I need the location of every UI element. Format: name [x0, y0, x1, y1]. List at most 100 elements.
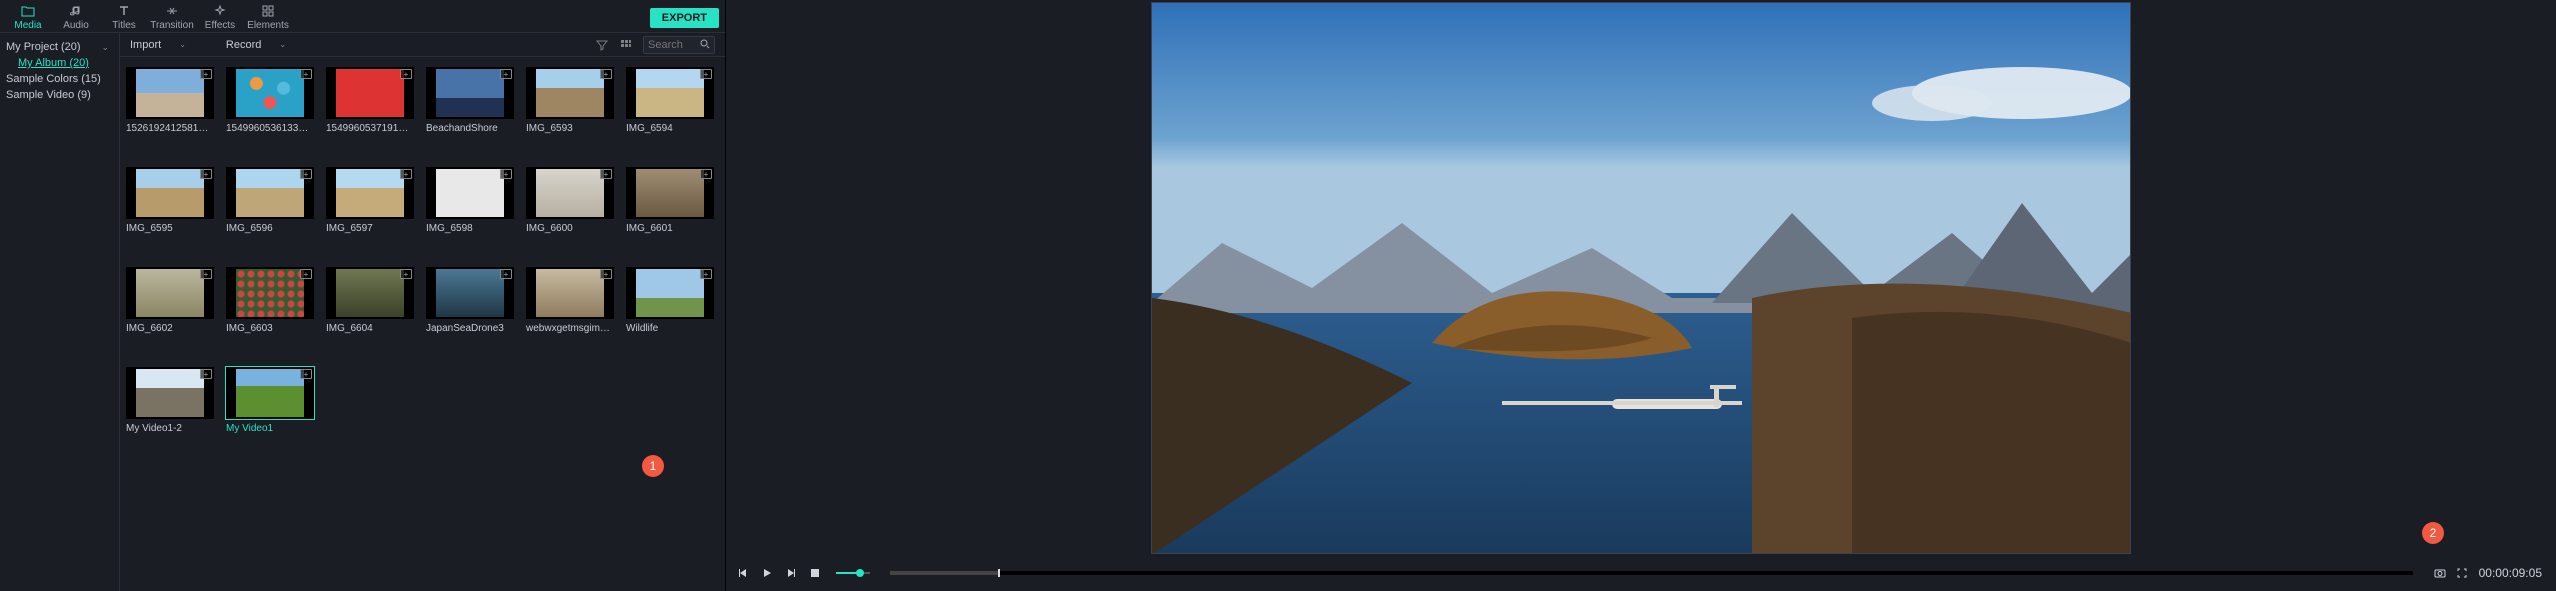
media-item[interactable]: +IMG_6594 — [620, 67, 720, 153]
media-caption: My Video1-2 — [120, 423, 182, 434]
media-thumbnail[interactable]: + — [226, 167, 314, 219]
search-icon[interactable] — [700, 38, 710, 52]
record-dropdown[interactable]: Record⌄ — [226, 39, 286, 51]
add-to-timeline-button[interactable]: + — [500, 169, 512, 179]
media-item[interactable]: +IMG_6604 — [320, 267, 420, 353]
media-caption: BeachandShore — [420, 123, 498, 134]
add-to-timeline-button[interactable]: + — [200, 369, 212, 379]
tab-elements[interactable]: Elements — [244, 4, 292, 31]
filter-icon[interactable] — [595, 38, 609, 52]
add-to-timeline-button[interactable]: + — [600, 269, 612, 279]
add-to-timeline-button[interactable]: + — [700, 169, 712, 179]
media-item[interactable]: +1549960537191909_th... — [320, 67, 420, 153]
media-item[interactable]: +My Video1 — [220, 367, 320, 453]
media-item[interactable]: +IMG_6601 — [620, 167, 720, 253]
media-item[interactable]: +IMG_6598 — [420, 167, 520, 253]
media-thumbnail[interactable]: + — [126, 367, 214, 419]
media-thumbnail[interactable]: + — [626, 167, 714, 219]
preview-frame[interactable] — [1151, 2, 2131, 554]
add-to-timeline-button[interactable]: + — [700, 69, 712, 79]
prev-frame-button[interactable] — [736, 566, 750, 580]
export-button[interactable]: EXPORT — [650, 8, 719, 28]
media-item[interactable]: +IMG_6603 — [220, 267, 320, 353]
chevron-down-icon: ⌄ — [179, 40, 186, 49]
chevron-down-icon: ⌄ — [279, 40, 286, 49]
import-label: Import — [130, 39, 161, 51]
media-thumbnail[interactable]: + — [326, 67, 414, 119]
media-thumbnail[interactable]: + — [426, 167, 514, 219]
add-to-timeline-button[interactable]: + — [200, 169, 212, 179]
tree-label: My Project (20) — [6, 41, 81, 53]
add-to-timeline-button[interactable]: + — [700, 269, 712, 279]
media-item[interactable]: + My Video1-2 — [120, 367, 220, 453]
media-item[interactable]: +IMG_6595 — [120, 167, 220, 253]
tab-titles[interactable]: Titles — [100, 4, 148, 31]
media-item[interactable]: +webwxgetmsgimg (1) — [520, 267, 620, 353]
media-item[interactable]: +IMG_6593 — [520, 67, 620, 153]
add-to-timeline-button[interactable]: + — [300, 69, 312, 79]
media-thumbnail[interactable]: + — [126, 167, 214, 219]
media-caption: 1549960537191909_th... — [320, 123, 410, 134]
tab-label: Audio — [63, 20, 89, 31]
sidebar-item-samplecolors[interactable]: Sample Colors (15) — [4, 71, 115, 87]
media-thumbnail[interactable]: + — [126, 267, 214, 319]
media-thumbnail[interactable]: + — [526, 67, 614, 119]
add-to-timeline-button[interactable]: + — [300, 369, 312, 379]
snapshot-button[interactable] — [2433, 566, 2447, 580]
preview-area — [726, 0, 2556, 555]
sidebar-root-project[interactable]: My Project (20) ⌄ — [4, 39, 115, 55]
add-to-timeline-button[interactable]: + — [400, 69, 412, 79]
add-to-timeline-button[interactable]: + — [200, 69, 212, 79]
grid-view-icon[interactable] — [619, 38, 633, 52]
add-to-timeline-button[interactable]: + — [600, 169, 612, 179]
tree-label: My Album (20) — [18, 57, 89, 69]
play-button[interactable] — [760, 566, 774, 580]
media-thumbnail[interactable]: + — [326, 267, 414, 319]
tab-label: Elements — [247, 20, 289, 31]
add-to-timeline-button[interactable]: + — [300, 269, 312, 279]
media-caption: IMG_6596 — [220, 223, 273, 234]
media-thumbnail[interactable]: + — [226, 267, 314, 319]
tab-effects[interactable]: Effects — [196, 4, 244, 31]
tab-audio[interactable]: Audio — [52, 4, 100, 31]
media-item[interactable]: +1526192412581494_large — [120, 67, 220, 153]
add-to-timeline-button[interactable]: + — [600, 69, 612, 79]
tab-label: Effects — [205, 20, 235, 31]
media-thumbnail[interactable]: + — [426, 67, 514, 119]
media-item[interactable]: + BeachandShore — [420, 67, 520, 153]
search-input[interactable] — [648, 39, 696, 51]
sidebar-item-myalbum[interactable]: My Album (20) — [4, 55, 115, 71]
media-thumbnail[interactable]: + — [526, 167, 614, 219]
tab-media[interactable]: Media — [4, 4, 52, 31]
import-dropdown[interactable]: Import ⌄ — [130, 39, 186, 51]
stop-button[interactable] — [808, 566, 822, 580]
media-item[interactable]: +Wildlife — [620, 267, 720, 353]
seek-bar[interactable] — [890, 571, 2413, 575]
fullscreen-button[interactable] — [2455, 566, 2469, 580]
media-thumbnail[interactable]: + — [626, 67, 714, 119]
volume-slider[interactable] — [836, 572, 870, 574]
media-thumbnail[interactable]: + — [426, 267, 514, 319]
add-to-timeline-button[interactable]: + — [200, 269, 212, 279]
media-item[interactable]: +IMG_6597 — [320, 167, 420, 253]
tab-transition[interactable]: Transition — [148, 4, 196, 31]
next-frame-button[interactable] — [784, 566, 798, 580]
media-thumbnail[interactable]: + — [526, 267, 614, 319]
media-item[interactable]: +1549960536133762_th... — [220, 67, 320, 153]
add-to-timeline-button[interactable]: + — [500, 69, 512, 79]
media-thumbnail[interactable]: + — [326, 167, 414, 219]
add-to-timeline-button[interactable]: + — [400, 169, 412, 179]
media-thumbnail[interactable]: + — [626, 267, 714, 319]
add-to-timeline-button[interactable]: + — [400, 269, 412, 279]
media-item[interactable]: +IMG_6602 — [120, 267, 220, 353]
media-item[interactable]: + JapanSeaDrone3 — [420, 267, 520, 353]
add-to-timeline-button[interactable]: + — [500, 269, 512, 279]
media-item[interactable]: +IMG_6600 — [520, 167, 620, 253]
media-thumbnail[interactable]: + — [226, 67, 314, 119]
media-item[interactable]: + IMG_6596 — [220, 167, 320, 253]
media-thumbnail[interactable]: + — [126, 67, 214, 119]
media-thumbnail[interactable]: + — [226, 367, 314, 419]
media-caption: JapanSeaDrone3 — [420, 323, 504, 334]
add-to-timeline-button[interactable]: + — [300, 169, 312, 179]
sidebar-item-samplevideo[interactable]: Sample Video (9) — [4, 87, 115, 103]
